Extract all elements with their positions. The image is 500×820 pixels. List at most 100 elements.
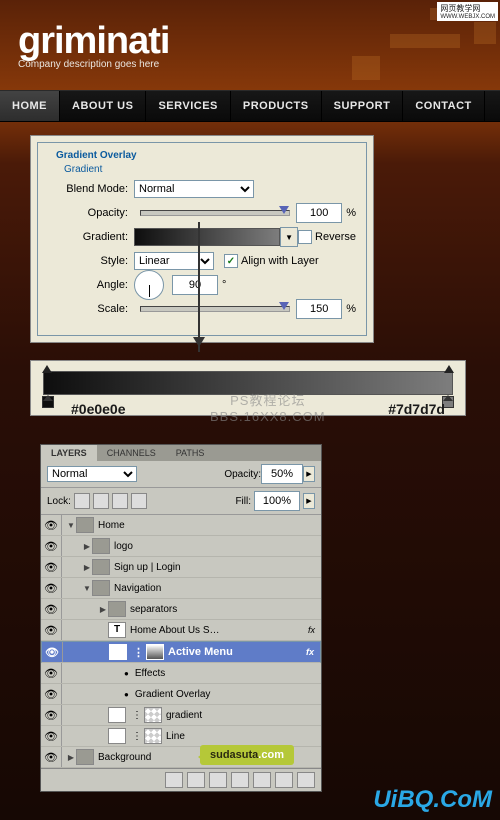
fx-badge[interactable]: fx — [306, 647, 314, 657]
layer-row[interactable]: 👁●Effects — [41, 663, 321, 684]
effect-bullet-icon: ● — [124, 669, 129, 678]
layer-blend-select[interactable]: Normal — [47, 466, 137, 482]
layer-row[interactable]: 👁▶logo — [41, 536, 321, 557]
opacity-flyout-icon[interactable]: ▶ — [303, 466, 315, 482]
fill-label: Fill: — [235, 496, 251, 507]
blend-mode-select[interactable]: Normal — [134, 180, 254, 198]
logo-text: griminati — [18, 20, 169, 63]
visibility-toggle-icon[interactable]: 👁 — [41, 515, 62, 535]
adjustment-layer-icon[interactable] — [231, 772, 249, 788]
layer-mask-thumb[interactable] — [109, 644, 127, 660]
gradient-swatch[interactable] — [134, 228, 280, 246]
layer-row[interactable]: 👁▼Navigation — [41, 578, 321, 599]
layer-row[interactable]: 👁●Gradient Overlay — [41, 684, 321, 705]
txt-icon[interactable]: T — [108, 622, 126, 638]
visibility-toggle-icon[interactable]: 👁 — [41, 684, 62, 704]
disclosure-triangle-icon[interactable]: ▶ — [82, 542, 92, 551]
logo-tagline: Company description goes here — [18, 59, 169, 70]
nav-item-products[interactable]: PRODUCTS — [231, 91, 322, 121]
layer-mask-thumb[interactable] — [108, 728, 126, 744]
delete-layer-icon[interactable] — [297, 772, 315, 788]
panel-tab-channels[interactable]: CHANNELS — [97, 445, 166, 461]
lock-position-icon[interactable] — [112, 493, 128, 509]
visibility-toggle-icon[interactable]: 👁 — [42, 642, 63, 662]
chk-icon[interactable] — [144, 728, 162, 744]
opacity-input[interactable] — [296, 203, 342, 223]
layer-row[interactable]: 👁▶separators — [41, 599, 321, 620]
reverse-label: Reverse — [315, 231, 356, 243]
layer-row[interactable]: 👁 ▶ Sign up | Login — [41, 557, 321, 578]
new-layer-icon[interactable] — [275, 772, 293, 788]
grad-icon[interactable] — [146, 644, 164, 660]
align-checkbox[interactable]: ✓ — [224, 254, 238, 268]
visibility-toggle-icon[interactable]: 👁 — [41, 536, 62, 556]
visibility-toggle-icon[interactable]: 👁 — [41, 747, 62, 767]
panel-tab-paths[interactable]: PATHS — [166, 445, 215, 461]
opacity-slider[interactable] — [140, 210, 290, 216]
scale-slider[interactable] — [140, 306, 290, 312]
link-layers-icon[interactable] — [165, 772, 183, 788]
layer-label: Background — [98, 752, 151, 763]
nav-item-services[interactable]: SERVICES — [146, 91, 230, 121]
site-logo: griminati Company description goes here — [18, 20, 169, 70]
folder-icon[interactable] — [92, 559, 110, 575]
nav-item-support[interactable]: SUPPORT — [322, 91, 404, 121]
nav-item-contact[interactable]: CONTACT — [403, 91, 484, 121]
dialog-subtitle: Gradient — [60, 164, 106, 175]
fx-badge[interactable]: fx — [308, 625, 315, 635]
folder-icon[interactable] — [92, 538, 110, 554]
layer-opacity-label: Opacity: — [224, 469, 261, 480]
visibility-toggle-icon[interactable]: 👁 — [41, 557, 62, 577]
fill-input[interactable] — [254, 491, 300, 511]
folder-icon[interactable] — [76, 749, 94, 765]
disclosure-triangle-icon[interactable]: ▼ — [82, 584, 92, 593]
layer-row[interactable]: 👁 ▼ Home — [41, 515, 321, 536]
nav-item-about-us[interactable]: ABOUT US — [60, 91, 146, 121]
lock-image-icon[interactable] — [93, 493, 109, 509]
scale-input[interactable] — [296, 299, 342, 319]
lock-transparency-icon[interactable] — [74, 493, 90, 509]
angle-dial[interactable] — [134, 270, 164, 300]
main-nav: HOMEABOUT USSERVICESPRODUCTSSUPPORTCONTA… — [0, 90, 500, 122]
disclosure-triangle-icon[interactable]: ▶ — [98, 605, 108, 614]
dialog-title: Gradient Overlay — [52, 150, 141, 161]
layer-label: Home — [98, 520, 125, 531]
layer-mask-icon[interactable] — [209, 772, 227, 788]
visibility-toggle-icon[interactable]: 👁 — [41, 578, 62, 598]
visibility-toggle-icon[interactable]: 👁 — [41, 620, 62, 640]
layers-panel: LAYERSCHANNELSPATHS Normal Opacity: ▶ Lo… — [40, 444, 322, 792]
visibility-toggle-icon[interactable]: 👁 — [41, 599, 62, 619]
layer-style-icon[interactable] — [187, 772, 205, 788]
style-select[interactable]: Linear — [134, 252, 214, 270]
folder-icon[interactable] — [76, 517, 94, 533]
layer-row[interactable]: 👁⋮gradient — [41, 705, 321, 726]
layer-row[interactable]: 👁 T Home About Us S… fx — [41, 620, 321, 641]
disclosure-triangle-icon[interactable]: ▶ — [82, 563, 92, 572]
color-stop-left[interactable] — [42, 396, 54, 408]
panel-tab-layers[interactable]: LAYERS — [41, 445, 97, 461]
layer-label: Sign up | Login — [114, 562, 181, 573]
layer-row[interactable]: 👁⋮Line — [41, 726, 321, 747]
opacity-stop-right[interactable] — [444, 360, 454, 373]
visibility-toggle-icon[interactable]: 👁 — [41, 663, 62, 683]
folder-icon[interactable] — [108, 601, 126, 617]
visibility-toggle-icon[interactable]: 👁 — [41, 726, 62, 746]
disclosure-triangle-icon[interactable]: ▼ — [66, 521, 76, 530]
visibility-toggle-icon[interactable]: 👁 — [41, 705, 62, 725]
new-group-icon[interactable] — [253, 772, 271, 788]
angle-input[interactable] — [172, 275, 218, 295]
opacity-stop-left[interactable] — [42, 360, 52, 373]
layer-opacity-input[interactable] — [261, 464, 303, 484]
reverse-checkbox[interactable] — [298, 230, 312, 244]
layer-row[interactable]: 👁⋮Active Menufx — [41, 641, 321, 663]
disclosure-triangle-icon[interactable]: ▶ — [66, 753, 76, 762]
gradient-dropdown-icon[interactable]: ▼ — [280, 227, 298, 247]
folder-icon[interactable] — [92, 580, 110, 596]
layer-label: Gradient Overlay — [135, 689, 211, 700]
fill-flyout-icon[interactable]: ▶ — [303, 493, 315, 509]
layer-label: Home About Us S… — [130, 625, 219, 636]
lock-all-icon[interactable] — [131, 493, 147, 509]
nav-item-home[interactable]: HOME — [0, 91, 60, 121]
layer-mask-thumb[interactable] — [108, 707, 126, 723]
chk-icon[interactable] — [144, 707, 162, 723]
